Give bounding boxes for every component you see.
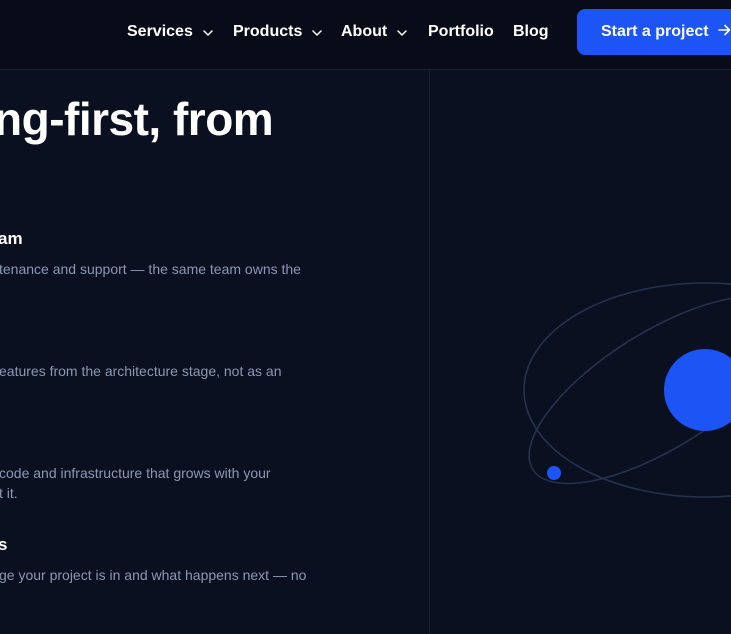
- feature-4-title: s: [0, 535, 8, 554]
- chevron-down-icon: [397, 23, 407, 41]
- feature-3-description-line-1: code and infrastructure that grows with …: [0, 465, 271, 481]
- hero-headline: ng-first, from: [0, 93, 274, 145]
- chevron-down-icon: [312, 23, 323, 41]
- nav-products[interactable]: Products: [233, 21, 323, 43]
- nav-services[interactable]: Services: [127, 21, 213, 43]
- start-project-label: Start a project: [601, 23, 709, 40]
- nav-blog-label: Blog: [513, 23, 549, 40]
- nav-portfolio[interactable]: Portfolio: [428, 21, 494, 43]
- nav-about[interactable]: About: [341, 21, 407, 43]
- orbit-illustration: [523, 282, 731, 498]
- feature-4-description: ge your project is in and what happens n…: [0, 567, 307, 583]
- feature-3-description-line-2: t it.: [0, 485, 18, 501]
- feature-1-description: tenance and support — the same team owns…: [0, 261, 301, 277]
- nav-about-label: About: [341, 23, 388, 40]
- nav-products-label: Products: [233, 23, 303, 40]
- feature-2-description: eatures from the architecture stage, not…: [0, 363, 282, 379]
- feature-1-title: am: [0, 229, 23, 248]
- nav-services-label: Services: [127, 23, 193, 40]
- chevron-down-icon: [203, 23, 213, 41]
- start-project-button[interactable]: Start a project: [577, 9, 731, 55]
- arrow-right-icon: [717, 23, 731, 41]
- orbit-planet: [664, 349, 731, 431]
- orbit-satellite-dot: [547, 466, 561, 480]
- nav-portfolio-label: Portfolio: [428, 23, 494, 40]
- top-navbar: Services Products About Portfolio Blog S…: [0, 0, 731, 70]
- nav-blog[interactable]: Blog: [513, 21, 549, 43]
